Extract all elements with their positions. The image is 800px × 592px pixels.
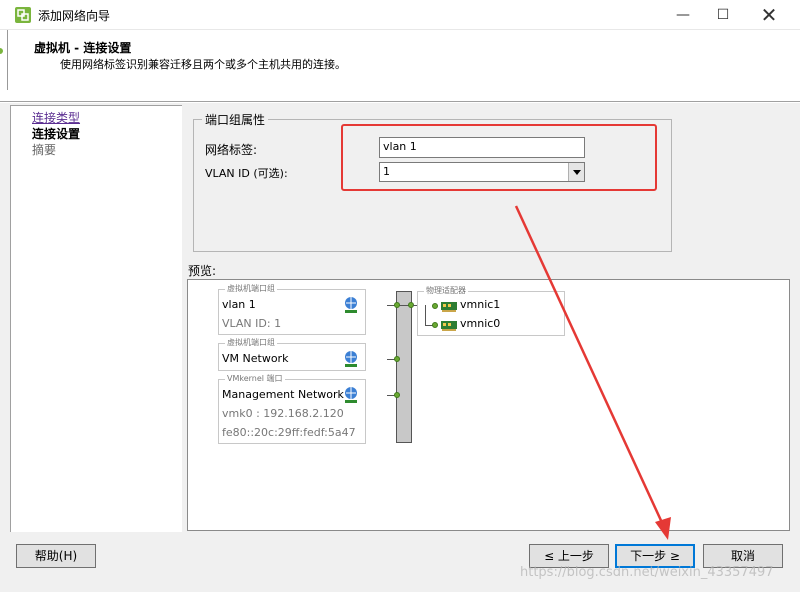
page-title: 虚拟机 - 连接设置 — [34, 41, 132, 55]
title-bar: 添加网络向导 — ☐ ✕ — [0, 0, 800, 30]
port-group-name: VM Network — [222, 352, 289, 365]
adapter-node — [432, 322, 438, 328]
close-button[interactable]: ✕ — [746, 0, 792, 30]
vm-globe-icon — [345, 351, 357, 367]
wizard-steps: 连接类型 连接设置 摘要 — [10, 105, 182, 532]
vm-globe-icon — [345, 297, 357, 313]
port-group-type: 虚拟机端口组 — [225, 337, 277, 348]
vlan-id-caption: VLAN ID (可选): — [205, 167, 288, 180]
page-description: 使用网络标签识别兼容迁移且两个或多个主机共用的连接。 — [60, 58, 346, 71]
watermark-text: https://blog.csdn.net/weixin_43357497 — [520, 565, 774, 580]
port-group-vlan1: 虚拟机端口组 vlan 1 VLAN ID: 1 — [218, 283, 366, 335]
port-group-type: VMkernel 端口 — [225, 373, 285, 384]
step-summary: 摘要 — [32, 143, 57, 157]
status-dot-icon — [0, 48, 3, 54]
vmk-ipv6-address: fe80::20c:29ff:fedf:5a47 — [222, 426, 356, 439]
switch-port-node — [394, 392, 400, 398]
port-group-name: vlan 1 — [222, 298, 256, 311]
window-title: 添加网络向导 — [38, 9, 111, 23]
port-group-name: Management Network — [222, 388, 344, 401]
step-connection-type[interactable]: 连接类型 — [32, 109, 80, 126]
vmk-address: vmk0 : 192.168.2.120 — [222, 407, 344, 420]
group-title: 端口组属性 — [202, 111, 269, 128]
preview-caption: 预览: — [188, 264, 217, 278]
maximize-button[interactable]: ☐ — [700, 0, 746, 30]
switch-port-node — [394, 356, 400, 362]
port-group-vlan-id: VLAN ID: 1 — [222, 317, 282, 330]
port-group-management: VMkernel 端口 Management Network vmk0 : 19… — [218, 373, 366, 444]
adapter-vmnic0: vmnic0 — [460, 317, 501, 330]
nic-card-icon — [441, 302, 457, 312]
nic-card-icon — [441, 321, 457, 331]
adapter-bus-line — [425, 305, 426, 325]
vmkernel-globe-icon — [345, 387, 357, 403]
adapter-node — [432, 303, 438, 309]
vsphere-app-icon — [15, 7, 31, 23]
background-window-edge — [0, 30, 8, 90]
network-preview: 虚拟机端口组 vlan 1 VLAN ID: 1 虚拟机端口组 VM Netwo… — [187, 279, 790, 531]
adapter-vmnic1: vmnic1 — [460, 298, 501, 311]
help-button[interactable]: 帮助(H) — [16, 544, 96, 568]
adapters-title: 物理适配器 — [424, 285, 468, 296]
physical-adapters: 物理适配器 vmnic1 vmnic0 — [417, 285, 565, 336]
port-group-type: 虚拟机端口组 — [225, 283, 277, 294]
virtual-switch-bar — [396, 291, 412, 443]
step-connection-settings: 连接设置 — [32, 127, 81, 141]
network-label-caption: 网络标签: — [205, 143, 258, 157]
annotation-highlight-box — [341, 124, 657, 191]
wizard-header: 虚拟机 - 连接设置 使用网络标签识别兼容迁移且两个或多个主机共用的连接。 — [0, 30, 800, 102]
port-group-vm-network: 虚拟机端口组 VM Network — [218, 337, 366, 371]
switch-port-node — [394, 302, 400, 308]
